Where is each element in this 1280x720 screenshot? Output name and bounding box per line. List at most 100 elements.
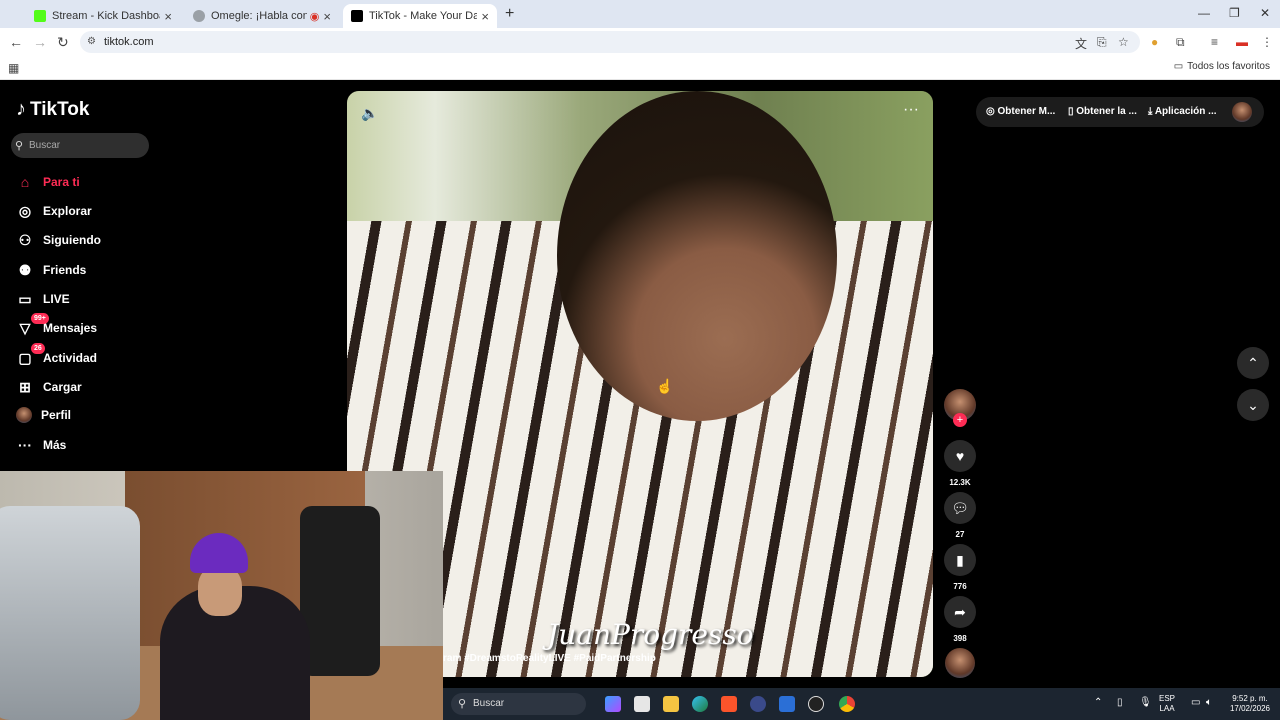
bookmark-star-icon[interactable]: ☆ bbox=[1118, 35, 1129, 49]
nav-label: Perfil bbox=[41, 408, 72, 422]
video-hashtags[interactable]: ram #DreamstoRealityLIVE #PaidPartnershi… bbox=[443, 653, 656, 664]
all-bookmarks-folder[interactable]: ▭ Todos los favoritos bbox=[1174, 61, 1270, 72]
comment-action[interactable]: 💬︎ 27 bbox=[944, 492, 976, 539]
language-indicator[interactable]: ESP LAA bbox=[1159, 694, 1175, 714]
install-app-icon[interactable]: ⎘ bbox=[1097, 35, 1107, 50]
nav-item-live[interactable]: ▭ LIVE bbox=[16, 290, 69, 308]
nav-item-para-ti[interactable]: ⌂ Para ti bbox=[16, 173, 80, 191]
media-control-icon[interactable]: ≡ bbox=[1211, 35, 1218, 49]
nav-item-perfil[interactable]: Perfil bbox=[16, 407, 71, 423]
comment-count: 27 bbox=[955, 530, 965, 539]
next-video-button[interactable]: ⌄ bbox=[1237, 389, 1269, 421]
copilot-icon[interactable] bbox=[605, 696, 621, 712]
reload-icon[interactable]: ↻ bbox=[57, 34, 69, 51]
mic-icon[interactable]: 🎙︎ bbox=[1139, 698, 1152, 708]
nav-label: Mensajes bbox=[43, 321, 98, 335]
recording-icon: ◉ bbox=[309, 10, 320, 23]
activity-icon: ▢ 26 bbox=[16, 343, 45, 367]
brave-icon[interactable] bbox=[721, 696, 737, 712]
nav-item-mensajes[interactable]: ▽ 99+ Mensajes bbox=[16, 313, 98, 337]
chrome-icon[interactable] bbox=[839, 696, 855, 712]
battery-icon[interactable]: ▯ bbox=[1117, 698, 1123, 708]
top-right-actions: ◎ Obtener M... ▯ Obtener la ... ⤓ Aplica… bbox=[976, 97, 1264, 127]
app-icon[interactable] bbox=[750, 696, 766, 712]
tab-omegle[interactable]: Omegle: ¡Habla con Descon ◉ × bbox=[185, 4, 339, 28]
more-options-icon[interactable]: ··· bbox=[903, 101, 919, 119]
video-overlay-text: JuanProgresso bbox=[547, 618, 754, 651]
clock-date: 17/02/2026 bbox=[1229, 704, 1271, 713]
sound-avatar[interactable] bbox=[945, 648, 975, 678]
get-coins-button[interactable]: ◎ Obtener M... bbox=[986, 106, 1055, 117]
share-icon[interactable]: ➦ bbox=[944, 596, 976, 628]
taskbar-search-label: Buscar bbox=[473, 698, 505, 709]
nav-label: Más bbox=[43, 438, 67, 452]
nav-item-explorar[interactable]: ◎ Explorar bbox=[16, 202, 92, 220]
nav-item-siguiendo[interactable]: ⚇ Siguiendo bbox=[16, 231, 101, 249]
taskbar: ⚲ Buscar ⌃ ▯ 🎙︎ ESP LAA ▭ 🔈︎ 9:52 p. m. … bbox=[443, 688, 1280, 720]
comment-icon[interactable]: 💬︎ bbox=[944, 492, 976, 524]
save-action[interactable]: ▮ 776 bbox=[944, 544, 976, 591]
nav-item-cargar[interactable]: ⊞ Cargar bbox=[16, 378, 82, 396]
edge-icon[interactable] bbox=[692, 696, 708, 712]
tab-kick-dashboard[interactable]: Stream - Kick Dashboard × bbox=[26, 4, 180, 28]
get-app-button[interactable]: ▯ Obtener la ... bbox=[1068, 106, 1137, 117]
extensions-puzzle-icon[interactable]: ⧉ bbox=[1176, 35, 1185, 50]
volume-icon[interactable]: 🔈︎ bbox=[1206, 698, 1212, 708]
live-icon: ▭ bbox=[18, 290, 32, 307]
new-tab-button[interactable]: + bbox=[505, 5, 514, 23]
search-input[interactable]: ⚲ Buscar bbox=[11, 133, 149, 158]
tab-tiktok[interactable]: TikTok - Make Your Day × bbox=[343, 4, 497, 28]
minimize-icon[interactable]: — bbox=[1198, 6, 1210, 20]
bookmark-icon[interactable]: ▮ bbox=[944, 544, 976, 576]
volume-icon[interactable]: 🔈 bbox=[361, 105, 378, 122]
profile-flag-icon[interactable]: ▬ bbox=[1236, 35, 1248, 49]
get-coins-label: Obtener M... bbox=[997, 106, 1056, 117]
like-action[interactable]: ♥ 12.3K bbox=[944, 440, 976, 487]
kick-favicon-icon bbox=[34, 10, 46, 22]
creator-avatar-block[interactable]: + bbox=[944, 389, 976, 427]
site-info-icon[interactable]: ⚙ bbox=[87, 31, 96, 53]
webcam-streamer-face bbox=[198, 566, 242, 616]
window-close-icon[interactable]: ✕ bbox=[1260, 6, 1270, 20]
store-icon[interactable] bbox=[634, 696, 650, 712]
close-icon[interactable]: × bbox=[323, 9, 331, 24]
nav-item-mas[interactable]: ··· Más bbox=[16, 436, 66, 454]
apps-grid-icon[interactable]: ▦ bbox=[8, 61, 19, 75]
heart-icon[interactable]: ♥ bbox=[944, 440, 976, 472]
url-input[interactable]: ⚙ tiktok.com bbox=[80, 31, 1140, 53]
share-action[interactable]: ➦ 398 bbox=[944, 596, 976, 643]
clock[interactable]: 9:52 p. m. 17/02/2026 bbox=[1225, 694, 1275, 714]
mail-icon[interactable] bbox=[779, 696, 795, 712]
nav-item-friends[interactable]: ⚉ Friends bbox=[16, 261, 87, 279]
taskbar-search-input[interactable]: ⚲ Buscar bbox=[451, 693, 586, 715]
back-icon[interactable]: ← bbox=[9, 34, 23, 50]
messages-badge: 99+ bbox=[31, 313, 49, 324]
tray-overflow-icon[interactable]: ⌃ bbox=[1094, 698, 1102, 708]
nav-label: Actividad bbox=[43, 351, 98, 365]
close-icon[interactable]: × bbox=[164, 9, 172, 24]
user-avatar[interactable] bbox=[1232, 102, 1252, 122]
close-icon[interactable]: × bbox=[481, 9, 489, 24]
tiktok-logo[interactable]: ♪ TikTok bbox=[16, 98, 89, 121]
friends-icon: ⚉ bbox=[18, 261, 32, 278]
menu-kebab-icon[interactable]: ⋮ bbox=[1261, 35, 1273, 49]
display-icon[interactable]: ▭ bbox=[1191, 698, 1200, 708]
chevron-down-icon: ⌄ bbox=[1247, 396, 1259, 413]
translate-icon[interactable]: 文 bbox=[1075, 35, 1087, 52]
webcam-office-chair bbox=[300, 506, 380, 676]
desktop-app-button[interactable]: ⤓ Aplicación ... bbox=[1148, 106, 1217, 117]
webcam-gaming-chair bbox=[0, 506, 140, 720]
sound-avatar-block[interactable] bbox=[944, 648, 976, 678]
nav-item-actividad[interactable]: ▢ 26 Actividad bbox=[16, 343, 98, 367]
file-explorer-icon[interactable] bbox=[663, 696, 679, 712]
previous-video-button[interactable]: ⌃ bbox=[1237, 347, 1269, 379]
obs-icon[interactable] bbox=[808, 696, 824, 712]
follow-plus-icon[interactable]: + bbox=[953, 413, 967, 427]
extension-color-icon[interactable]: ● bbox=[1151, 35, 1158, 49]
forward-icon[interactable]: → bbox=[33, 34, 47, 50]
restore-icon[interactable]: ❐ bbox=[1229, 6, 1240, 20]
more-icon: ··· bbox=[18, 437, 32, 453]
nav-label: Siguiendo bbox=[43, 233, 101, 247]
bookmarks-bar: ▦ ▭ Todos los favoritos bbox=[0, 56, 1280, 80]
like-count: 12.3K bbox=[949, 478, 971, 487]
